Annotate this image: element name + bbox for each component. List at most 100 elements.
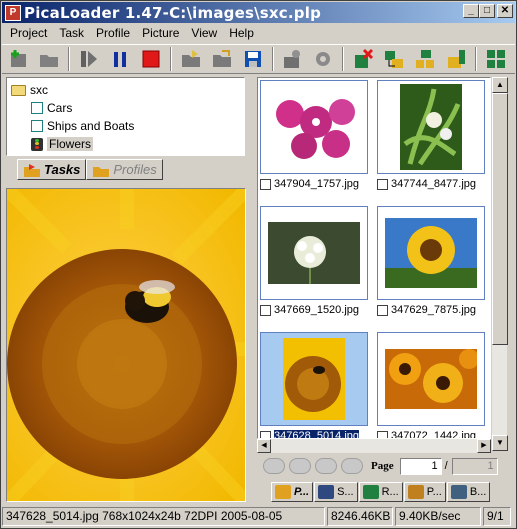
thumbnail-cell[interactable]: 347629_7875.jpg [375, 204, 487, 326]
thumbnail-caption: 347072_1442.jpg [377, 429, 485, 438]
page-input[interactable]: 1 [399, 457, 442, 475]
tasks-icon [24, 163, 40, 177]
maximize-button[interactable]: □ [479, 4, 495, 18]
pause-button[interactable] [108, 47, 132, 71]
close-button[interactable]: ✕ [497, 4, 513, 18]
tab-browser[interactable]: B... [446, 482, 491, 502]
stop-icon [142, 50, 160, 68]
tab-properties[interactable]: P... [403, 482, 446, 502]
title-bar[interactable]: P PicaLoader 1.47-C:\images\sxc.plp _ □ … [2, 2, 515, 23]
tree-item-ships-and-boats[interactable]: Ships and Boats [11, 117, 240, 135]
prev-page-button[interactable] [289, 458, 311, 474]
status-bar: 347628_5014.jpg 768x1024x24b 72DPI 2005-… [2, 507, 515, 528]
folder-arrow-icon [212, 50, 231, 67]
thumbnail-cell[interactable]: 347744_8477.jpg [375, 78, 487, 200]
save-folder-button[interactable] [210, 47, 234, 71]
page-total: 1 [451, 457, 498, 475]
thumbnail-frame[interactable] [377, 80, 485, 174]
tab-tasks[interactable]: Tasks [17, 159, 87, 180]
folder-gray-icon [39, 55, 58, 67]
scroll-right-button[interactable]: ▶ [477, 439, 491, 453]
start-button[interactable] [77, 47, 101, 71]
floppy-disk-icon [244, 51, 261, 67]
thumbnail-cell[interactable]: 347072_1442.jpg [375, 330, 487, 438]
menu-task[interactable]: Task [53, 26, 90, 40]
delete-button[interactable] [351, 47, 375, 71]
download-button[interactable] [382, 47, 406, 71]
settings-button[interactable] [311, 47, 335, 71]
menu-bar: Project Task Profile Picture View Help [2, 23, 515, 43]
delete-icon [355, 48, 374, 68]
tree-item-cars[interactable]: Cars [11, 99, 240, 117]
orange-flowers-thumbnail [385, 349, 477, 409]
tab-profiles[interactable]: Profiles [86, 159, 163, 180]
left-tabs: Tasks Profiles [17, 159, 163, 181]
thumbnail-grid[interactable]: 347904_1757.jpg 347744_8477.jpg 347669_1… [257, 77, 491, 439]
status-icon [318, 485, 335, 499]
properties-tab-icon [407, 485, 424, 499]
thumbnail-frame[interactable] [377, 332, 485, 426]
scroll-thumb[interactable] [492, 93, 508, 345]
task-checkbox-icon[interactable] [31, 120, 43, 132]
gear-icon [316, 52, 331, 66]
image-preview[interactable] [6, 188, 246, 502]
menu-view[interactable]: View [185, 26, 223, 40]
tree-root[interactable]: sxc [11, 81, 240, 99]
open-task-button[interactable] [37, 47, 61, 71]
thumbnail-cell[interactable]: 347904_1757.jpg [258, 78, 370, 200]
thumbnail-frame[interactable] [260, 80, 368, 174]
thumbnail-cell[interactable]: 347628_5014.jpg [258, 330, 370, 438]
thumbnail-frame[interactable] [377, 206, 485, 300]
pager: Page 1 / 1 [257, 454, 507, 478]
thumbnail-checkbox[interactable] [260, 178, 271, 190]
last-page-button[interactable] [341, 458, 363, 474]
folder-open-icon [181, 50, 200, 67]
task-checkbox-icon[interactable] [31, 102, 43, 114]
export-button[interactable] [444, 47, 468, 71]
thumbnail-checkbox[interactable] [260, 430, 271, 438]
project-tree[interactable]: sxc Cars Ships and Boats Flowers [6, 77, 245, 156]
pause-icon [113, 52, 126, 67]
next-page-button[interactable] [315, 458, 337, 474]
status-speed: 9.40KB/sec [395, 507, 481, 526]
properties-button[interactable] [281, 47, 305, 71]
scroll-down-button[interactable]: ▼ [492, 435, 508, 451]
results-icon [362, 485, 379, 499]
browser-icon [450, 485, 467, 499]
tree-item-flowers[interactable]: Flowers [11, 135, 240, 153]
menu-help[interactable]: Help [223, 26, 260, 40]
plant-thumbnail [400, 84, 462, 170]
thumbnail-caption: 347904_1757.jpg [260, 177, 368, 191]
thumbnail-checkbox[interactable] [377, 304, 388, 316]
new-task-button[interactable] [6, 47, 30, 71]
horizontal-scrollbar[interactable]: ◀ ▶ [257, 439, 491, 453]
view-grid-button[interactable] [484, 47, 508, 71]
tab-results[interactable]: R... [358, 482, 403, 502]
start-icon [80, 51, 97, 67]
thumbnail-frame[interactable] [260, 206, 368, 300]
first-page-button[interactable] [263, 458, 285, 474]
white-flower-thumbnail [268, 222, 360, 284]
thumbnail-checkbox[interactable] [260, 304, 271, 316]
thumbnail-cell[interactable]: 347669_1520.jpg [258, 204, 370, 326]
vertical-scrollbar[interactable]: ▲ ▼ [491, 77, 508, 451]
menu-project[interactable]: Project [4, 26, 53, 40]
open-folder-button[interactable] [179, 47, 203, 71]
thumbnail-checkbox[interactable] [377, 430, 388, 438]
menu-picture[interactable]: Picture [136, 26, 185, 40]
menu-profile[interactable]: Profile [90, 26, 136, 40]
scroll-left-button[interactable]: ◀ [257, 439, 271, 453]
stop-button[interactable] [139, 47, 163, 71]
tab-status[interactable]: S... [314, 482, 358, 502]
app-icon[interactable]: P [5, 4, 21, 21]
thumbnail-frame-selected[interactable] [260, 332, 368, 426]
thumbnail-checkbox[interactable] [377, 178, 388, 190]
save-button[interactable] [241, 47, 265, 71]
tab-pictures[interactable]: P... [271, 482, 314, 502]
thumbnail-caption: 347744_8477.jpg [377, 177, 485, 191]
toolbar [2, 44, 515, 74]
minimize-button[interactable]: _ [463, 4, 479, 18]
import-button[interactable] [413, 47, 437, 71]
scroll-up-button[interactable]: ▲ [492, 77, 508, 93]
thumbnail-caption: 347669_1520.jpg [260, 303, 368, 317]
